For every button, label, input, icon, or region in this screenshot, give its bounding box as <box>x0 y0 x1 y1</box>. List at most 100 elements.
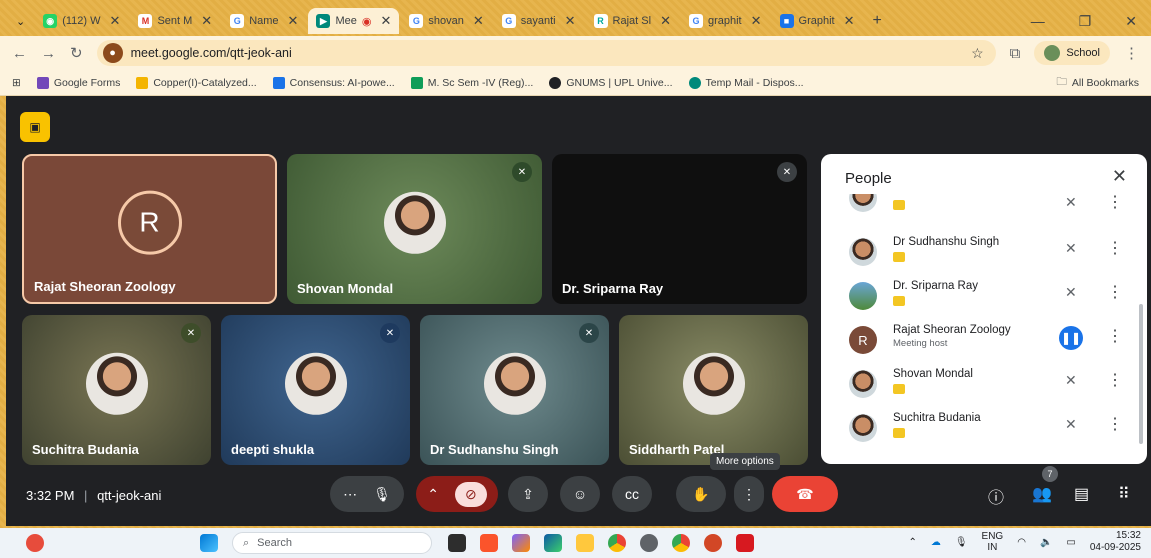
audio-settings-icon[interactable]: ⋯ <box>343 486 357 503</box>
bookmark-item[interactable]: Consensus: AI-powe... <box>272 76 395 89</box>
start-icon[interactable] <box>200 534 218 552</box>
tab-graphite-2[interactable]: ■ Graphit ✕ <box>772 8 863 34</box>
close-icon[interactable]: ✕ <box>473 13 484 29</box>
microphone-permission-icon[interactable]: ● <box>102 43 123 63</box>
close-panel-icon[interactable]: ✕ <box>1112 166 1127 187</box>
info-icon[interactable]: ⓘ <box>988 484 1004 508</box>
video-settings-icon[interactable]: ⌃ <box>427 486 439 503</box>
volume-icon[interactable]: 🔈 <box>1040 537 1052 548</box>
captions-button[interactable]: cc <box>612 476 652 512</box>
copilot-icon[interactable] <box>512 534 530 552</box>
participant-tile[interactable]: ✕ Dr. Sriparna Ray <box>552 154 807 304</box>
participant-row[interactable]: Suchitra Budania ✕ ⋮ <box>849 410 1129 450</box>
panel-scrollbar[interactable] <box>1139 304 1143 444</box>
language-indicator[interactable]: ENG IN <box>982 531 1004 553</box>
close-icon[interactable]: ✕ <box>110 13 121 29</box>
task-view-icon[interactable] <box>448 534 466 552</box>
close-icon[interactable]: ✕ <box>380 13 391 29</box>
tab-meet[interactable]: ▶ Mee ◉ ✕ <box>308 8 400 34</box>
browser-toolbar: ← → ↻ ● meet.google.com/qtt-jeok-ani ☆ ⧉… <box>0 36 1151 70</box>
edge-icon[interactable] <box>544 534 562 552</box>
apps-grid-icon[interactable]: ⊞ <box>12 77 21 89</box>
settings-icon[interactable] <box>640 534 658 552</box>
menu-kebab-icon[interactable]: ⋮ <box>1124 44 1139 62</box>
present-button[interactable]: ⇪ <box>508 476 548 512</box>
chevron-up-icon[interactable]: ⌃ <box>908 537 916 548</box>
close-icon[interactable]: ✕ <box>660 13 671 29</box>
more-icon[interactable]: ⋮ <box>1107 414 1123 434</box>
activities-icon[interactable]: ⠿ <box>1118 484 1130 504</box>
participant-name: Dr. Sriparna Ray <box>893 280 979 292</box>
bookmark-item[interactable]: Copper(I)-Catalyzed... <box>136 76 257 89</box>
bookmark-item[interactable]: M. Sc Sem -IV (Reg)... <box>410 76 533 89</box>
participant-tile[interactable]: Siddharth Patel <box>619 315 808 465</box>
participant-row[interactable]: Shovan Mondal ✕ ⋮ <box>849 366 1129 406</box>
chrome-icon[interactable] <box>608 534 626 552</box>
camera-off-icon[interactable]: ⊘ <box>455 481 487 507</box>
powerpoint-icon[interactable] <box>704 534 722 552</box>
more-icon[interactable]: ⋮ <box>1107 194 1123 212</box>
reload-icon[interactable]: ↻ <box>70 44 83 62</box>
address-bar[interactable]: ● meet.google.com/qtt-jeok-ani ☆ <box>96 40 996 66</box>
tab-search-chevron-icon[interactable]: ⌄ <box>8 15 33 28</box>
widgets-icon[interactable] <box>26 534 44 552</box>
restore-icon[interactable]: ❐ <box>1079 13 1092 30</box>
more-icon[interactable]: ⋮ <box>1107 370 1123 390</box>
participant-name: Dr Sudhanshu Singh <box>430 442 559 457</box>
forward-icon[interactable]: → <box>41 45 56 62</box>
more-options-button[interactable]: ⋮ <box>734 476 764 512</box>
chat-icon[interactable]: ▤ <box>1074 484 1089 504</box>
presentation-off-icon[interactable]: ▣ <box>20 112 50 142</box>
participant-row[interactable]: Dr Sudhanshu Singh ✕ ⋮ <box>849 234 1129 274</box>
tab-graphite[interactable]: Ggraphit ✕ <box>681 8 770 34</box>
tab-sayanti[interactable]: Gsayanti ✕ <box>494 8 584 34</box>
onedrive-icon[interactable]: ☁ <box>931 537 941 548</box>
chrome-profile-icon[interactable] <box>672 534 690 552</box>
tab-whatsapp[interactable]: ◉ (112) W ✕ <box>35 8 128 34</box>
new-tab-icon[interactable]: + <box>865 12 890 30</box>
more-icon[interactable]: ⋮ <box>1107 238 1123 258</box>
tab-shovan[interactable]: Gshovan ✕ <box>401 8 491 34</box>
emoji-button[interactable]: ☺ <box>560 476 600 512</box>
bookmark-item[interactable]: Google Forms <box>36 76 120 89</box>
bookmark-item[interactable]: GNUMS | UPL Unive... <box>549 76 673 89</box>
clock[interactable]: 15:32 04-09-2025 <box>1090 530 1141 554</box>
participant-tile[interactable]: ✕ Dr Sudhanshu Singh <box>420 315 609 465</box>
tab-gmail[interactable]: M Sent M ✕ <box>130 8 220 34</box>
extensions-icon[interactable]: ⧉ <box>1010 45 1021 62</box>
back-icon[interactable]: ← <box>12 45 27 62</box>
close-icon[interactable]: ✕ <box>751 13 762 29</box>
raise-hand-button[interactable]: ✋ <box>676 476 726 512</box>
close-icon[interactable]: ✕ <box>288 13 299 29</box>
google-icon: G <box>688 14 703 28</box>
taskbar-search[interactable]: ⌕ Search <box>232 532 432 554</box>
bookmark-item[interactable]: Temp Mail - Dispos... <box>688 76 804 89</box>
all-bookmarks[interactable]: 🗀 All Bookmarks <box>1056 74 1139 92</box>
close-icon[interactable]: ✕ <box>565 13 576 29</box>
more-icon[interactable]: ⋮ <box>1107 326 1123 346</box>
wifi-icon[interactable]: ◠ <box>1017 537 1026 548</box>
close-icon[interactable]: ✕ <box>201 13 212 29</box>
participant-row[interactable]: R Rajat Sheoran Zoology Meeting host ❚❚ … <box>849 322 1129 362</box>
close-icon[interactable]: ✕ <box>844 13 855 29</box>
file-explorer-icon[interactable] <box>576 534 594 552</box>
people-icon[interactable]: 👥 <box>1032 484 1052 504</box>
participant-tile[interactable]: ✕ Shovan Mondal <box>287 154 542 304</box>
bookmark-star-icon[interactable]: ☆ <box>971 45 990 62</box>
close-window-icon[interactable]: ✕ <box>1125 13 1137 30</box>
participant-tile[interactable]: ✕ Suchitra Budania <box>22 315 211 465</box>
minimize-icon[interactable]: — <box>1031 13 1045 30</box>
brave-icon[interactable] <box>480 534 498 552</box>
leave-call-button[interactable]: ☎ <box>772 476 838 512</box>
acrobat-icon[interactable] <box>736 534 754 552</box>
mic-tray-icon[interactable]: 🎙 <box>955 537 968 548</box>
battery-icon[interactable]: ▭ <box>1066 537 1075 548</box>
more-icon[interactable]: ⋮ <box>1107 282 1123 302</box>
tab-name[interactable]: G Name ✕ <box>222 8 306 34</box>
participant-row[interactable]: Dr. Sriparna Ray ✕ ⋮ <box>849 278 1129 318</box>
profile-button[interactable]: School <box>1034 41 1110 65</box>
participant-tile[interactable]: ✕ deepti shukla <box>221 315 410 465</box>
participant-tile[interactable]: R Rajat Sheoran Zoology <box>22 154 277 304</box>
tab-rajat[interactable]: R Rajat Sl ✕ <box>586 8 679 34</box>
microphone-icon[interactable]: 🎙 <box>373 486 391 503</box>
